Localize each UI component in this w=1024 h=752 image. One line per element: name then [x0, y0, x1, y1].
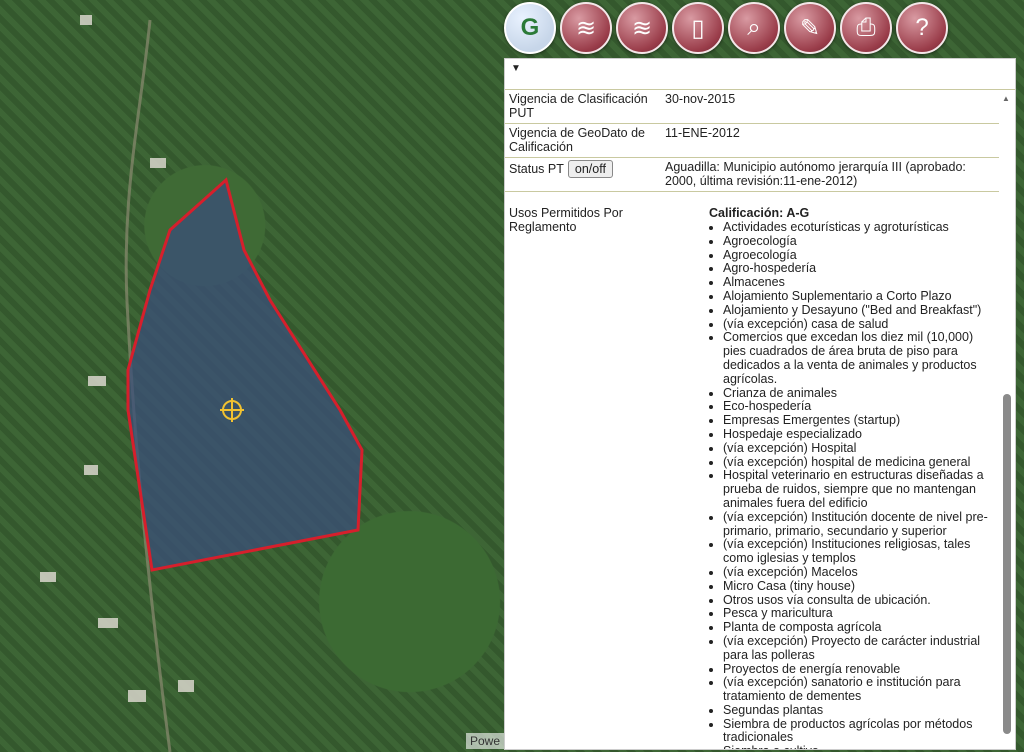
list-item: Siembra de productos agrícolas por métod… — [723, 717, 999, 746]
list-item: Alojamiento Suplementario a Corto Plazo — [723, 289, 999, 304]
info-row: Vigencia de Clasificación PUT 30-nov-201… — [505, 90, 999, 124]
map-toolbar: G ≋ ≋ ▯ ⌕ ✎ ⎙? — [504, 2, 948, 54]
list-item: Micro Casa (tiny house) — [723, 579, 999, 594]
usos-label: Usos Permitidos Por Reglamento — [509, 206, 623, 234]
panel-scrollbar[interactable]: ▲ — [999, 90, 1015, 749]
row-label: Vigencia de GeoDato de Calificación — [509, 126, 645, 154]
list-item: Agroecología — [723, 234, 999, 249]
status-label-cell: Status PT on/off — [505, 160, 665, 188]
list-item: Agroecología — [723, 248, 999, 263]
mobile-icon[interactable]: ▯ — [672, 2, 724, 54]
row-label: Vigencia de Clasificación PUT — [509, 92, 648, 120]
list-item: Comercios que excedan los diez mil (10,0… — [723, 330, 999, 386]
list-item: Hospital veterinario en estructuras dise… — [723, 468, 999, 510]
list-item: (vía excepción) Institución docente de n… — [723, 510, 999, 539]
list-item: (vía excepción) hospital de medicina gen… — [723, 455, 999, 470]
search-icon[interactable]: ⌕ — [728, 2, 780, 54]
list-item: (vía excepción) Macelos — [723, 565, 999, 580]
usos-content: Calificación: A-G Actividades ecoturísti… — [665, 206, 999, 749]
list-item: Agro-hospedería — [723, 262, 999, 276]
list-item: Alojamiento y Desayuno ("Bed and Breakfa… — [723, 303, 999, 318]
list-item: (vía excepción) sanatorio e institución … — [723, 675, 999, 704]
scrollbar-thumb[interactable] — [1003, 394, 1011, 734]
map-attribution: Powe — [466, 733, 505, 749]
list-item: Pesca y maricultura — [723, 607, 999, 621]
collapse-caret-icon[interactable]: ▼ — [511, 63, 521, 74]
list-item: Segundas plantas — [723, 703, 999, 718]
parcel-polygon[interactable] — [126, 177, 364, 572]
help-icon[interactable]: ? — [896, 2, 948, 54]
list-item: Planta de composta agrícola — [723, 620, 999, 635]
status-label: Status PT — [509, 162, 564, 176]
list-item: (vía excepción) Instituciones religiosas… — [723, 538, 999, 566]
list-item: (vía excepción) casa de salud — [723, 317, 999, 332]
list-item: Hospedaje especializado — [723, 427, 999, 442]
list-item: Empresas Emergentes (startup) — [723, 413, 999, 428]
edit-icon[interactable]: ✎ — [784, 2, 836, 54]
usos-heading: Calificación: A-G — [709, 206, 810, 220]
list-item: Crianza de animales — [723, 386, 999, 401]
list-item: Almacenes — [723, 275, 999, 290]
status-row: Status PT on/off Aguadilla: Municipio aut… — [505, 158, 999, 192]
list-item: Otros usos vía consulta de ubicación. — [723, 593, 999, 608]
list-item: (vía excepción) Proyecto de carácter ind… — [723, 634, 999, 663]
info-panel: ▼ Vigencia de Clasificación PUT 30-nov-2… — [504, 58, 1016, 750]
usos-list: Actividades ecoturísticas y agroturístic… — [709, 220, 999, 749]
google-maps-icon[interactable]: G — [504, 2, 556, 54]
status-value: Aguadilla: Municipio autónomo jerarquía … — [665, 160, 966, 188]
row-value: 30-nov-2015 — [665, 92, 736, 106]
status-toggle-button[interactable]: on/off — [567, 160, 613, 178]
list-item: (vía excepción) Hospital — [723, 441, 999, 456]
usos-section: Usos Permitidos Por Reglamento Calificac… — [505, 192, 999, 749]
scroll-up-icon[interactable]: ▲ — [1002, 94, 1010, 103]
list-item: Actividades ecoturísticas y agroturístic… — [723, 220, 999, 235]
row-value: 11-ENE-2012 — [665, 126, 740, 140]
list-item: Eco-hospedería — [723, 400, 999, 414]
panel-header: ▼ — [505, 59, 1015, 90]
layers-stack-icon[interactable]: ≋ — [616, 2, 668, 54]
print-icon[interactable]: ⎙ — [840, 2, 892, 54]
info-row: Vigencia de GeoDato de Calificación 11-E… — [505, 124, 999, 158]
layers-icon[interactable]: ≋ — [560, 2, 612, 54]
info-table: Vigencia de Clasificación PUT 30-nov-201… — [505, 90, 999, 749]
list-item: Proyectos de energía renovable — [723, 662, 999, 677]
list-item: Siembra o cultivo — [723, 744, 999, 749]
